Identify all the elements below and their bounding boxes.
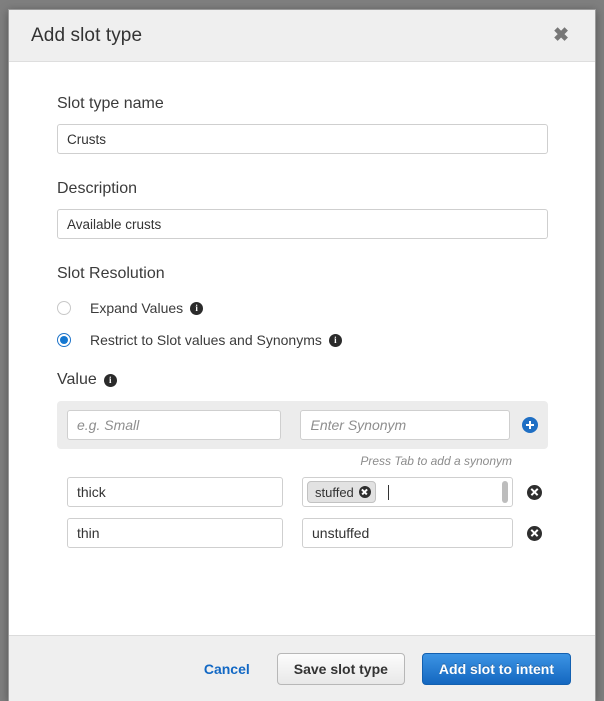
slot-resolution-group: Slot Resolution Expand Values i Restrict… xyxy=(57,265,547,354)
info-icon-restrict[interactable]: i xyxy=(329,334,342,347)
new-synonym-input[interactable] xyxy=(300,410,510,440)
add-slot-type-dialog: Add slot type ✖ Slot type name Descripti… xyxy=(8,9,596,701)
add-slot-to-intent-button[interactable]: Add slot to intent xyxy=(422,653,571,685)
radio-label-restrict: Restrict to Slot values and Synonyms xyxy=(90,332,322,348)
synonym-tag-label: stuffed xyxy=(315,485,354,500)
description-group: Description xyxy=(57,180,547,239)
table-row xyxy=(57,518,547,548)
scrollbar-thumb[interactable] xyxy=(502,481,508,503)
description-label: Description xyxy=(57,180,547,198)
slot-type-name-label: Slot type name xyxy=(57,95,547,113)
close-icon[interactable]: ✖ xyxy=(549,24,573,47)
dialog-body: Slot type name Description Slot Resoluti… xyxy=(9,62,595,635)
dialog-title: Add slot type xyxy=(31,25,142,47)
new-value-input[interactable] xyxy=(67,410,281,440)
radio-label-expand-values: Expand Values xyxy=(90,300,183,316)
plus-circle-icon[interactable] xyxy=(522,417,538,433)
synonym-input-row-1[interactable] xyxy=(302,518,513,548)
text-caret xyxy=(388,485,389,500)
slot-resolution-radios: Expand Values i Restrict to Slot values … xyxy=(57,294,547,354)
value-section-header: Value i xyxy=(57,371,547,389)
value-input-row-1[interactable] xyxy=(67,518,283,548)
description-input[interactable] xyxy=(57,209,548,239)
radio-button-restrict[interactable] xyxy=(57,333,71,347)
radio-option-restrict[interactable]: Restrict to Slot values and Synonyms i xyxy=(57,326,547,354)
dialog-header: Add slot type ✖ xyxy=(9,10,595,62)
value-input-row-0[interactable] xyxy=(67,477,283,507)
remove-circle-icon-row-1[interactable] xyxy=(527,526,542,541)
dialog-footer: Cancel Save slot type Add slot to intent xyxy=(9,635,595,701)
slot-resolution-label: Slot Resolution xyxy=(57,265,547,283)
radio-option-expand-values[interactable]: Expand Values i xyxy=(57,294,547,322)
info-icon-expand-values[interactable]: i xyxy=(190,302,203,315)
radio-button-expand-values[interactable] xyxy=(57,301,71,315)
save-slot-type-button[interactable]: Save slot type xyxy=(277,653,405,685)
synonym-tab-hint: Press Tab to add a synonym xyxy=(57,454,548,468)
value-label: Value xyxy=(57,371,97,389)
synonym-tagbox-row-0[interactable]: stuffed xyxy=(302,477,513,507)
new-value-panel xyxy=(57,401,548,449)
slot-type-name-input[interactable] xyxy=(57,124,548,154)
info-icon-value[interactable]: i xyxy=(104,374,117,387)
value-section: Value i Press Tab to add a synonym stuff… xyxy=(57,371,547,548)
remove-circle-icon-row-0[interactable] xyxy=(527,485,542,500)
table-row: stuffed xyxy=(57,477,547,507)
cancel-button[interactable]: Cancel xyxy=(204,661,250,677)
synonym-tag: stuffed xyxy=(307,481,376,503)
remove-tag-icon[interactable] xyxy=(359,486,371,498)
slot-type-name-group: Slot type name xyxy=(57,95,547,154)
